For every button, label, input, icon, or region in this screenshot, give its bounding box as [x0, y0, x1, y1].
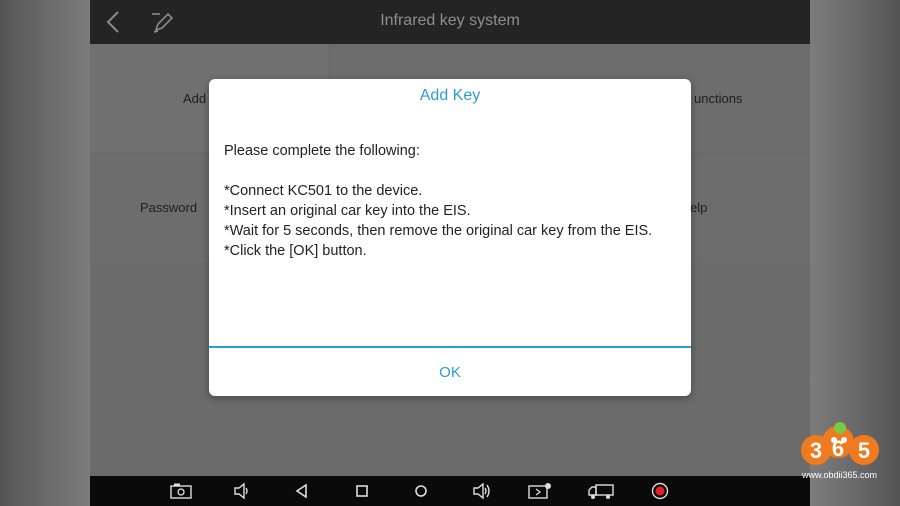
- dialog-title: Add Key: [419, 87, 481, 104]
- add-key-dialog: Add Key Please complete the following: *…: [209, 79, 691, 396]
- system-nav-bar: [90, 476, 810, 506]
- dialog-step: *Insert an original car key into the EIS…: [224, 203, 471, 219]
- logo-digit: 3: [810, 438, 822, 463]
- dialog-step: *Click the [OK] button.: [224, 243, 367, 259]
- nav-circle-icon[interactable]: [411, 482, 431, 500]
- dialog-step: *Wait for 5 seconds, then remove the ori…: [224, 223, 653, 239]
- ok-button[interactable]: OK: [209, 348, 691, 396]
- menu-tile-password-label: Password: [140, 200, 198, 215]
- menu-tile-functions-label: unctions: [694, 91, 743, 106]
- logo-digit: 5: [858, 438, 870, 463]
- dialog-step: *Connect KC501 to the device.: [224, 183, 423, 199]
- record-icon[interactable]: [650, 482, 670, 500]
- dialog-body: Please complete the following: *Connect …: [224, 141, 664, 261]
- vci-bluetooth-icon[interactable]: [528, 482, 552, 500]
- menu-tile-add-label: Add: [183, 91, 207, 106]
- volume-down-icon[interactable]: [232, 482, 252, 500]
- nav-back-icon[interactable]: [292, 482, 312, 500]
- page-title: Infrared key system: [380, 12, 520, 29]
- truck-icon[interactable]: [587, 482, 615, 500]
- volume-up-icon[interactable]: [471, 482, 491, 500]
- dialog-intro: Please complete the following:: [224, 143, 420, 159]
- watermark-url: www.obdii365.com: [802, 470, 878, 480]
- screenshot-icon[interactable]: [170, 482, 192, 500]
- left-backdrop: [0, 0, 90, 506]
- logo-digit: 6: [832, 436, 844, 461]
- nav-home-icon[interactable]: [352, 482, 372, 500]
- menu-tile-help-label: elp: [690, 200, 708, 215]
- top-bar: Infrared key system: [90, 0, 810, 44]
